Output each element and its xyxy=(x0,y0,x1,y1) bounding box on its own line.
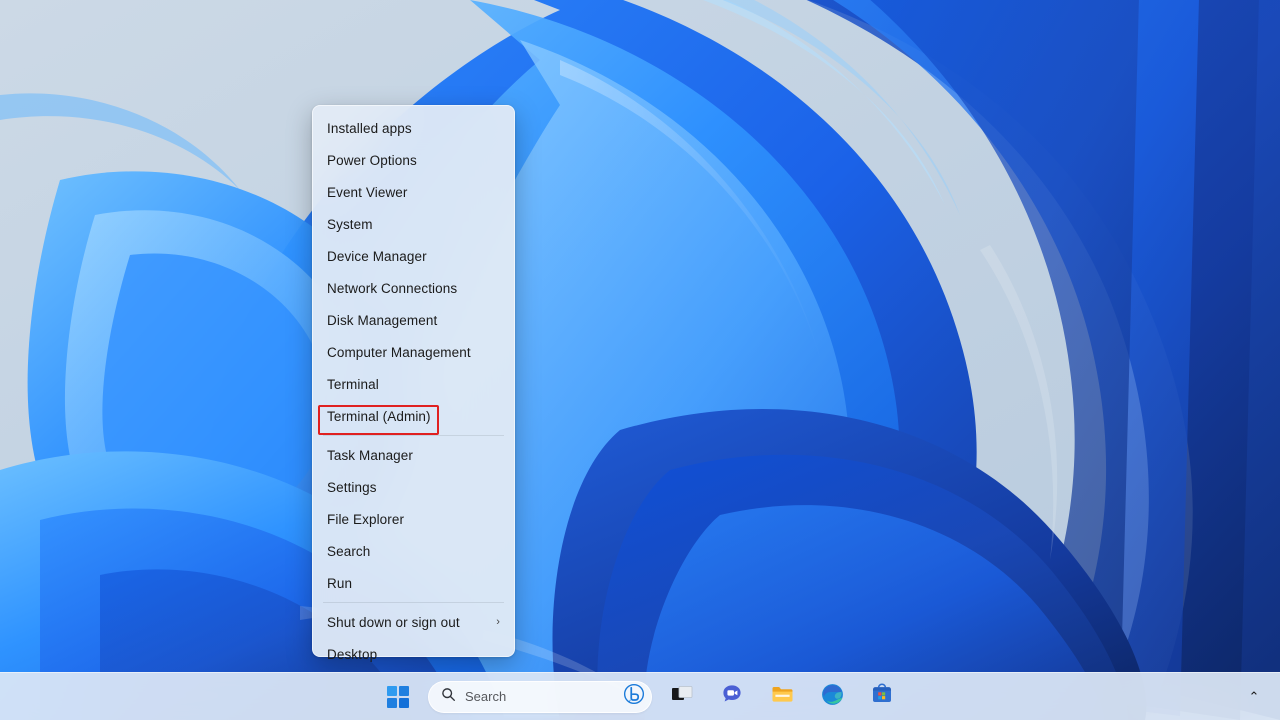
menu-separator xyxy=(323,435,504,436)
desktop-wallpaper xyxy=(0,0,1280,720)
desktop[interactable]: Installed apps Power Options Event Viewer S… xyxy=(0,0,1280,720)
menu-item-event-viewer[interactable]: Event Viewer xyxy=(313,176,514,208)
task-view-button[interactable] xyxy=(662,677,702,717)
menu-item-label: System xyxy=(327,216,373,232)
menu-item-label: File Explorer xyxy=(327,511,405,527)
win-x-quick-link-menu[interactable]: Installed apps Power Options Event Viewer S… xyxy=(312,105,515,662)
bing-copilot-icon[interactable] xyxy=(623,683,645,710)
menu-item-disk-management[interactable]: Disk Management xyxy=(313,304,514,336)
menu-item-system[interactable]: System xyxy=(313,208,514,240)
taskbar-center-group: Search xyxy=(0,673,1280,720)
file-explorer-button[interactable] xyxy=(762,677,802,717)
menu-item-search[interactable]: Search xyxy=(313,535,514,567)
menu-item-label: Terminal (Admin) xyxy=(327,408,431,424)
menu-item-desktop[interactable]: Desktop xyxy=(313,638,514,670)
microsoft-edge-button[interactable] xyxy=(812,677,852,717)
microsoft-store-button[interactable] xyxy=(862,677,902,717)
menu-item-settings[interactable]: Settings xyxy=(313,471,514,503)
search-input[interactable]: Search xyxy=(456,689,623,704)
menu-item-label: Shut down or sign out xyxy=(327,614,460,630)
menu-item-terminal[interactable]: Terminal xyxy=(313,368,514,400)
menu-item-label: Desktop xyxy=(327,646,378,662)
show-hidden-icons-button[interactable]: ⌃ xyxy=(1240,673,1268,720)
chat-button[interactable] xyxy=(712,677,752,717)
menu-item-label: Task Manager xyxy=(327,447,413,463)
windows-logo-icon xyxy=(387,685,409,708)
menu-item-installed-apps[interactable]: Installed apps xyxy=(313,112,514,144)
menu-item-label: Search xyxy=(327,543,371,559)
menu-item-label: Run xyxy=(327,575,353,591)
menu-separator xyxy=(323,602,504,603)
menu-item-task-manager[interactable]: Task Manager xyxy=(313,439,514,471)
menu-item-file-explorer[interactable]: File Explorer xyxy=(313,503,514,535)
menu-item-terminal-admin[interactable]: Terminal (Admin) xyxy=(313,400,514,432)
menu-item-label: Installed apps xyxy=(327,120,412,136)
chat-icon xyxy=(720,682,744,711)
search-icon xyxy=(441,687,456,707)
menu-item-shut-down-or-sign-out[interactable]: Shut down or sign out › xyxy=(313,606,514,638)
menu-item-label: Device Manager xyxy=(327,248,427,264)
chevron-right-icon: › xyxy=(496,615,500,628)
menu-item-label: Event Viewer xyxy=(327,184,408,200)
folder-icon xyxy=(770,682,795,712)
menu-item-network-connections[interactable]: Network Connections xyxy=(313,272,514,304)
chevron-up-icon: ⌃ xyxy=(1248,688,1260,704)
start-button[interactable] xyxy=(378,677,418,717)
menu-item-label: Terminal xyxy=(327,376,379,392)
menu-item-label: Settings xyxy=(327,479,377,495)
menu-item-computer-management[interactable]: Computer Management xyxy=(313,336,514,368)
task-view-icon xyxy=(670,682,694,711)
menu-item-label: Disk Management xyxy=(327,312,438,328)
search-box[interactable]: Search xyxy=(428,680,652,713)
menu-item-run[interactable]: Run xyxy=(313,567,514,599)
menu-item-device-manager[interactable]: Device Manager xyxy=(313,240,514,272)
store-icon xyxy=(870,682,894,711)
menu-item-label: Network Connections xyxy=(327,280,458,296)
taskbar[interactable]: Search ⌃ xyxy=(0,672,1280,720)
menu-item-label: Computer Management xyxy=(327,344,471,360)
menu-item-label: Power Options xyxy=(327,152,417,168)
menu-item-power-options[interactable]: Power Options xyxy=(313,144,514,176)
edge-icon xyxy=(820,682,845,712)
